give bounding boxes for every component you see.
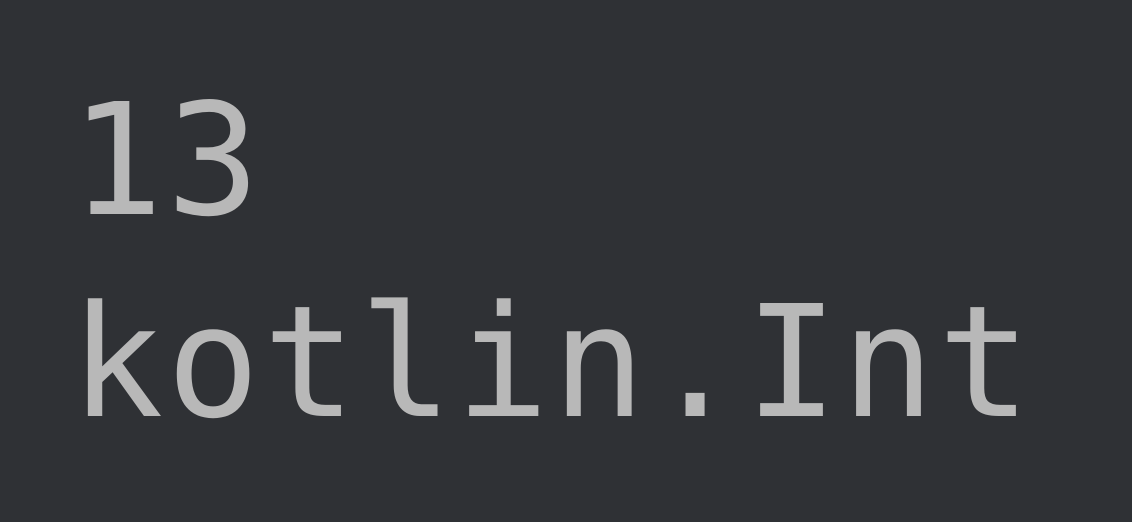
repl-output-type: kotlin.Int — [70, 262, 1062, 464]
repl-output-value: 13 — [70, 60, 1062, 262]
